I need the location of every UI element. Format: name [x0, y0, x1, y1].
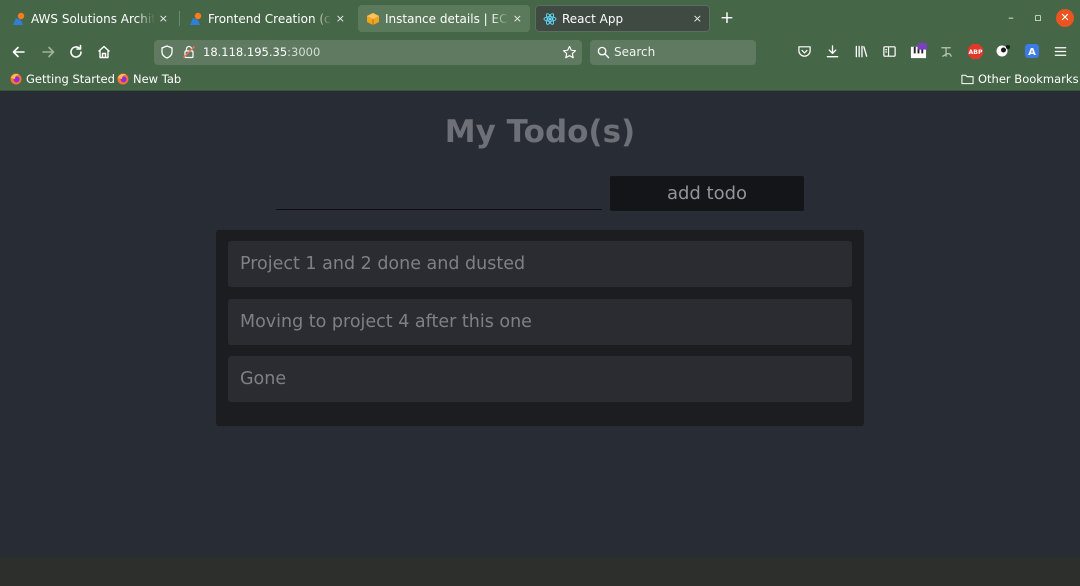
tab-label: Instance details | EC2 Management Consol…	[385, 11, 509, 26]
forward-button[interactable]	[37, 41, 59, 63]
firefox-icon	[117, 73, 129, 85]
sidebar-button[interactable]	[879, 41, 899, 61]
todo-item[interactable]: Moving to project 4 after this one	[228, 299, 852, 345]
adblock-plus-button[interactable]: ABP	[965, 41, 985, 61]
minimize-button[interactable]: –	[1002, 9, 1020, 27]
sidebar-icon	[882, 45, 896, 57]
todo-input[interactable]	[276, 178, 602, 210]
bookmark-label: Getting Started	[26, 72, 115, 86]
translate-icon	[940, 46, 952, 57]
window-bottom-strip	[0, 557, 1080, 586]
back-button[interactable]	[8, 41, 30, 63]
blog-favicon-icon	[13, 12, 25, 25]
address-bar[interactable]: 18.118.195.35:3000	[154, 40, 582, 65]
extension-button-a[interactable]: A	[1022, 41, 1042, 61]
todo-item[interactable]: Gone	[228, 356, 852, 402]
new-tab-button[interactable]: +	[716, 7, 738, 29]
aws-box-icon	[367, 12, 379, 25]
close-tab-icon[interactable]: ×	[513, 12, 522, 25]
insecure-lock-icon[interactable]	[182, 45, 196, 59]
svg-text:A: A	[1028, 47, 1036, 58]
tab-label: AWS Solutions Architect	[31, 11, 155, 26]
tab-strip: AWS Solutions Architect × Frontend Creat…	[0, 0, 1080, 37]
reload-icon	[70, 44, 82, 58]
add-todo-button[interactable]: add todo	[610, 176, 804, 211]
pocket-icon	[797, 45, 811, 57]
extension-button-eye[interactable]	[993, 41, 1013, 61]
app-menu-button[interactable]	[1050, 41, 1070, 61]
eye-extension-icon	[996, 45, 1010, 57]
search-bar[interactable]: Search	[590, 40, 756, 65]
search-placeholder: Search	[614, 45, 656, 59]
url-port: :3000	[287, 45, 321, 59]
todo-item[interactable]: Project 1 and 2 done and dusted	[228, 241, 852, 287]
reload-button[interactable]	[65, 41, 87, 63]
piano-extension-icon	[910, 42, 927, 58]
firefox-icon	[10, 73, 22, 85]
extension-button-piano[interactable]	[908, 41, 928, 61]
hamburger-menu-icon	[1054, 46, 1066, 56]
tab-aws-solutions-architect[interactable]: AWS Solutions Architect ×	[4, 5, 176, 32]
extension-button-translate[interactable]	[936, 41, 956, 61]
a-extension-icon: A	[1025, 44, 1039, 58]
tab-separator	[179, 11, 180, 26]
close-tab-icon[interactable]: ×	[159, 12, 168, 25]
folder-icon	[961, 74, 974, 85]
pocket-button[interactable]	[794, 41, 814, 61]
download-icon	[826, 44, 838, 57]
tab-frontend-creation[interactable]: Frontend Creation (continued) ×	[181, 5, 353, 32]
tab-label: Frontend Creation (continued)	[208, 11, 332, 26]
todo-list: Project 1 and 2 done and dusted Moving t…	[216, 230, 864, 426]
react-logo-icon	[543, 12, 557, 25]
blog-favicon-icon	[190, 12, 202, 25]
tab-react-app[interactable]: React App ×	[535, 5, 710, 32]
adblock-plus-icon: ABP	[967, 43, 983, 59]
close-tab-icon[interactable]: ×	[693, 12, 702, 25]
svg-text:ABP: ABP	[968, 49, 982, 56]
bookmark-getting-started[interactable]: Getting Started	[10, 71, 115, 87]
downloads-button[interactable]	[822, 41, 842, 61]
bookmarks-toolbar: Getting Started New Tab Other Bookmarks	[0, 67, 1080, 91]
other-bookmarks-folder[interactable]: Other Bookmarks	[961, 71, 1079, 87]
url-host: 18.118.195.35	[203, 45, 288, 59]
search-icon	[597, 46, 610, 59]
browser-window: AWS Solutions Architect × Frontend Creat…	[0, 0, 1080, 586]
shield-icon[interactable]	[160, 45, 174, 59]
bookmark-label: New Tab	[133, 72, 182, 86]
home-button[interactable]	[93, 41, 115, 63]
restore-button[interactable]: ▫	[1029, 9, 1047, 27]
tab-instance-details[interactable]: Instance details | EC2 Management Consol…	[358, 5, 530, 32]
navigation-toolbar: 18.118.195.35:3000 Search ABP A	[0, 37, 1080, 67]
home-icon	[98, 45, 110, 59]
page-content: My Todo(s) add todo Project 1 and 2 done…	[0, 91, 1080, 557]
close-tab-icon[interactable]: ×	[336, 12, 345, 25]
library-icon	[855, 45, 867, 57]
arrow-right-icon	[42, 46, 55, 58]
bookmark-label: Other Bookmarks	[978, 72, 1079, 86]
bookmark-new-tab[interactable]: New Tab	[117, 71, 181, 87]
tab-label: React App	[562, 11, 624, 26]
page-title: My Todo(s)	[444, 114, 636, 150]
arrow-left-icon	[12, 46, 25, 58]
close-window-button[interactable]: ✕	[1056, 9, 1074, 27]
bookmark-star-icon[interactable]	[562, 45, 577, 60]
library-button[interactable]	[851, 41, 871, 61]
url-text: 18.118.195.35:3000	[203, 45, 320, 59]
